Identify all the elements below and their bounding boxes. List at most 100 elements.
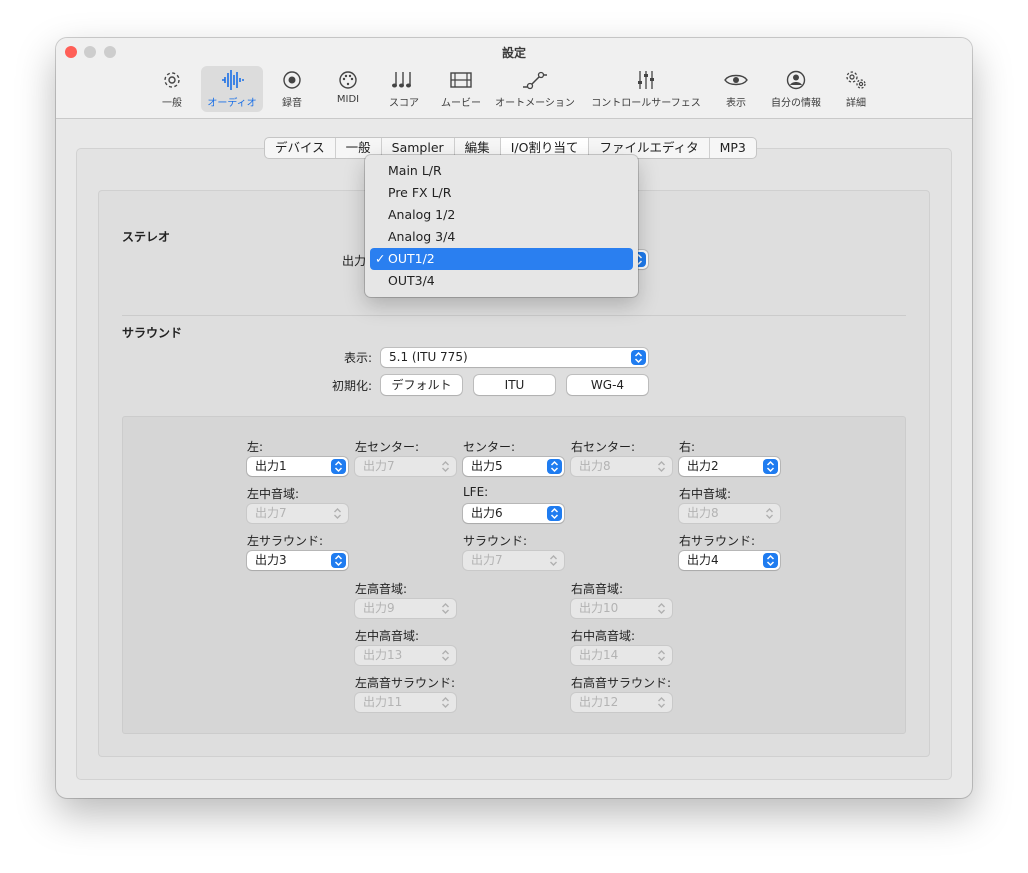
- channel-label-left-mid-high: 左中高音域:: [355, 629, 420, 643]
- surround-format-popup[interactable]: 5.1 (ITU 775): [381, 348, 648, 367]
- channel-popup-left-surround[interactable]: 出力3: [247, 551, 348, 570]
- menu-item-analog-1-2[interactable]: Analog 1/2: [370, 204, 633, 226]
- toolbar-label: オーディオ: [207, 98, 257, 109]
- channel-popup-lfe[interactable]: 出力6: [463, 504, 564, 523]
- stereo-output-menu: Main L/R Pre FX L/R Analog 1/2 Analog 3/…: [365, 155, 638, 297]
- toolbar-label: 表示: [726, 98, 746, 109]
- gear-icon: [164, 72, 180, 88]
- channel-value: 出力7: [471, 553, 503, 567]
- popup-chevron-icon: [656, 460, 667, 479]
- popup-chevron-icon: [656, 696, 667, 715]
- channel-label-right-mid: 右中音域:: [679, 487, 732, 501]
- tab-mp3[interactable]: MP3: [710, 138, 756, 158]
- channel-label-left-high-surround: 左高音サラウンド:: [355, 676, 456, 690]
- eye-icon: [724, 74, 748, 86]
- music-notes-icon: [392, 72, 411, 88]
- toolbar-item-control-surfaces[interactable]: コントロールサーフェス: [588, 66, 704, 112]
- film-icon: [450, 72, 472, 88]
- popup-chevron-icon: [332, 507, 343, 526]
- channel-label-right-center: 右センター:: [571, 440, 636, 454]
- channel-value: 出力13: [363, 648, 403, 662]
- toolbar-item-my-info[interactable]: 自分の情報: [768, 66, 824, 112]
- menu-item-label: OUT1/2: [388, 251, 435, 266]
- toolbar-item-score[interactable]: スコア: [384, 66, 424, 112]
- automation-icon: [523, 71, 547, 90]
- channel-value: 出力2: [687, 459, 719, 473]
- channel-popup-left-mid: 出力7: [247, 504, 348, 523]
- channel-popup-right-surround[interactable]: 出力4: [679, 551, 780, 570]
- channel-popup-left-center: 出力7: [355, 457, 456, 476]
- channel-popup-right[interactable]: 出力2: [679, 457, 780, 476]
- popup-chevron-icon: [763, 553, 778, 568]
- toolbar-label: 録音: [282, 98, 302, 109]
- channel-popup-center[interactable]: 出力5: [463, 457, 564, 476]
- channel-label-center: センター:: [463, 440, 516, 454]
- toolbar-item-midi[interactable]: MIDI: [328, 66, 368, 112]
- gears-icon: [846, 71, 866, 89]
- channel-value: 出力10: [579, 601, 619, 615]
- channel-popup-right-mid: 出力8: [679, 504, 780, 523]
- surround-init-label: 初期化:: [331, 379, 372, 393]
- popup-chevron-icon: [631, 350, 646, 365]
- channel-label-left: 左:: [247, 440, 264, 454]
- toolbar-item-audio[interactable]: オーディオ: [201, 66, 263, 112]
- menu-item-label: Main L/R: [388, 163, 442, 178]
- channel-popup-right-high-surround: 出力12: [571, 693, 672, 712]
- channel-label-right-mid-high: 右中高音域:: [571, 629, 636, 643]
- toolbar-label: 自分の情報: [771, 98, 821, 109]
- menu-item-analog-3-4[interactable]: Analog 3/4: [370, 226, 633, 248]
- toolbar-label: オートメーション: [495, 98, 575, 109]
- popup-chevron-icon: [764, 507, 775, 526]
- menu-item-label: OUT3/4: [388, 273, 435, 288]
- channel-value: 出力11: [363, 695, 403, 709]
- menu-item-label: Analog 1/2: [388, 207, 456, 222]
- toolbar-item-movie[interactable]: ムービー: [436, 66, 486, 112]
- toolbar-item-record[interactable]: 録音: [272, 66, 312, 112]
- toolbar-item-advanced[interactable]: 詳細: [836, 66, 876, 112]
- channel-label-left-center: 左センター:: [355, 440, 420, 454]
- menu-item-label: Pre FX L/R: [388, 185, 452, 200]
- toolbar-label: 詳細: [846, 98, 866, 109]
- menu-item-main-lr[interactable]: Main L/R: [370, 160, 633, 182]
- toolbar-item-general[interactable]: 一般: [152, 66, 192, 112]
- channel-value: 出力8: [579, 459, 611, 473]
- popup-chevron-icon: [548, 554, 559, 573]
- toolbar-item-view[interactable]: 表示: [716, 66, 756, 112]
- channel-label-right-high-surround: 右高音サラウンド:: [571, 676, 672, 690]
- init-wg4-button[interactable]: WG-4: [567, 375, 648, 395]
- channel-value: 出力7: [255, 506, 287, 520]
- tab-devices[interactable]: デバイス: [265, 138, 336, 158]
- init-default-button[interactable]: デフォルト: [381, 375, 462, 395]
- channel-value: 出力1: [255, 459, 287, 473]
- toolbar-label: ムービー: [441, 98, 481, 109]
- menu-item-out1-2[interactable]: ✓ OUT1/2: [370, 248, 633, 270]
- channel-label-surround: サラウンド:: [463, 534, 528, 548]
- menu-item-out3-4[interactable]: OUT3/4: [370, 270, 633, 292]
- midi-icon: [339, 71, 357, 89]
- channel-label-left-high: 左高音域:: [355, 582, 408, 596]
- channel-popup-right-high: 出力10: [571, 599, 672, 618]
- toolbar-label: 一般: [162, 98, 182, 109]
- popup-chevron-icon: [547, 506, 562, 521]
- channel-popup-surround: 出力7: [463, 551, 564, 570]
- surround-format-value: 5.1 (ITU 775): [389, 350, 468, 364]
- faders-icon: [638, 71, 654, 89]
- window-title: 設定: [501, 46, 526, 60]
- channel-popup-left-mid-high: 出力13: [355, 646, 456, 665]
- toolbar-item-automation[interactable]: オートメーション: [492, 66, 578, 112]
- popup-chevron-icon: [763, 459, 778, 474]
- channel-popup-right-mid-high: 出力14: [571, 646, 672, 665]
- channel-popup-left[interactable]: 出力1: [247, 457, 348, 476]
- channel-value: 出力14: [579, 648, 619, 662]
- init-itu-button[interactable]: ITU: [474, 375, 555, 395]
- surround-section-label: サラウンド: [122, 326, 183, 340]
- channel-value: 出力4: [687, 553, 719, 567]
- menu-item-pre-fx-lr[interactable]: Pre FX L/R: [370, 182, 633, 204]
- stereo-output-label: 出力: [341, 254, 366, 268]
- toolbar-label: コントロールサーフェス: [591, 98, 701, 109]
- channel-value: 出力12: [579, 695, 619, 709]
- menu-item-label: Analog 3/4: [388, 229, 456, 244]
- record-icon: [283, 71, 301, 89]
- toolbar-label: MIDI: [336, 94, 360, 105]
- channel-label-left-mid: 左中音域:: [247, 487, 300, 501]
